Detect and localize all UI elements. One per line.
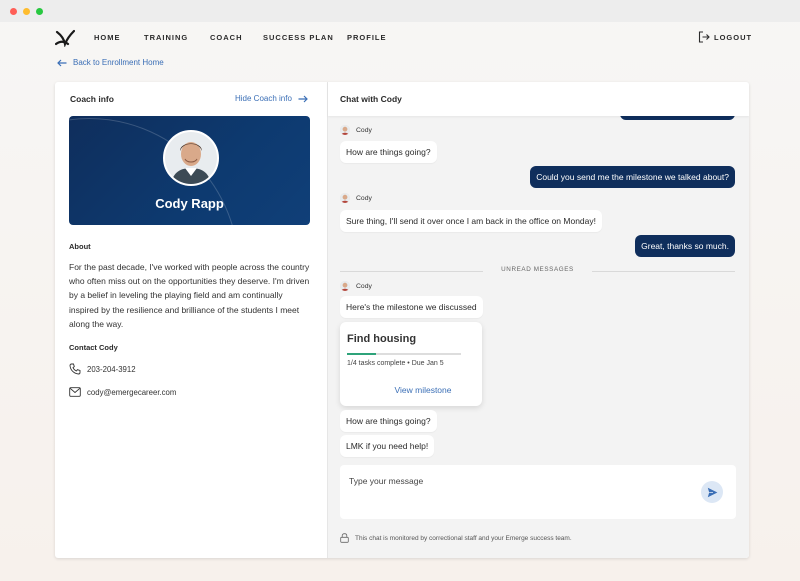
sender-row: Cody (340, 281, 372, 291)
hide-coach-label: Hide Coach info (235, 94, 292, 103)
mail-icon (69, 387, 81, 397)
send-icon (707, 487, 717, 497)
message-bubble-incoming: Sure thing, I'll send it over once I am … (340, 210, 602, 232)
message-bubble-incoming: How are things going? (340, 141, 437, 163)
logout-label: LOGOUT (714, 32, 753, 42)
nav-profile[interactable]: PROFILE (347, 33, 387, 42)
message-bubble-outgoing (620, 116, 735, 120)
sender-name: Cody (356, 194, 372, 202)
chat-panel: Chat with Cody Cody How are things going… (328, 82, 749, 558)
message-bubble-outgoing: Could you send me the milestone we talke… (530, 166, 735, 188)
unread-label: UNREAD MESSAGES (501, 266, 574, 273)
chat-title: Chat with Cody (340, 94, 402, 104)
sender-name: Cody (356, 126, 372, 134)
chat-header: Chat with Cody (328, 82, 749, 116)
message-input[interactable] (349, 473, 689, 489)
back-link-label: Back to Enrollment Home (73, 58, 164, 67)
nav-success-plan[interactable]: SUCCESS PLAN (263, 33, 334, 42)
phone-row[interactable]: 203-204-3912 (69, 363, 136, 375)
coach-phone: 203-204-3912 (87, 364, 136, 374)
sender-name: Cody (356, 282, 372, 290)
unread-divider: UNREAD MESSAGES (340, 266, 735, 276)
monitoring-notice: This chat is monitored by correctional s… (340, 533, 572, 543)
nav-coach[interactable]: COACH (210, 33, 243, 42)
back-to-enrollment-link[interactable]: Back to Enrollment Home (57, 58, 164, 67)
nav-training[interactable]: TRAINING (144, 33, 188, 42)
contact-heading: Contact Cody (69, 343, 118, 352)
milestone-card[interactable]: Find housing 1/4 tasks complete • Due Ja… (340, 322, 482, 406)
about-text: For the past decade, I've worked with pe… (69, 262, 310, 329)
milestone-title: Find housing (347, 333, 417, 345)
hide-coach-info-link[interactable]: Hide Coach info (235, 94, 308, 103)
emerge-logo-icon[interactable] (55, 29, 75, 47)
coach-banner: Cody Rapp (69, 116, 310, 225)
logout-button[interactable]: LOGOUT (698, 31, 752, 43)
coach-info-panel: Coach info Hide Coach info Cody Rapp Abo… (55, 82, 328, 558)
minimize-window-dot[interactable] (23, 8, 30, 15)
nav-home[interactable]: HOME (94, 33, 121, 42)
sender-row: Cody (340, 193, 372, 203)
coach-avatar-small (340, 125, 350, 135)
coach-name: Cody Rapp (155, 196, 224, 211)
about-heading: About (69, 242, 91, 251)
lock-icon (340, 533, 349, 543)
top-nav: HOME TRAINING COACH SUCCESS PLAN PROFILE… (0, 22, 800, 54)
notice-text: This chat is monitored by correctional s… (355, 534, 572, 542)
milestone-progress-fill (347, 353, 376, 355)
message-bubble-incoming: Here's the milestone we discussed (340, 296, 483, 318)
phone-icon (69, 363, 81, 375)
message-bubble-incoming: How are things going? (340, 410, 437, 432)
coach-photo (165, 132, 217, 184)
coach-info-title: Coach info (70, 94, 114, 104)
view-milestone-link[interactable]: View milestone (340, 385, 482, 395)
arrow-left-icon (57, 59, 67, 66)
milestone-meta: 1/4 tasks complete • Due Jan 5 (347, 360, 444, 367)
maximize-window-dot[interactable] (36, 8, 43, 15)
sender-row: Cody (340, 125, 372, 135)
message-bubble-incoming: LMK if you need help! (340, 435, 435, 457)
message-bubble-outgoing: Great, thanks so much. (635, 235, 735, 257)
email-row[interactable]: cody@emergecareer.com (69, 387, 176, 397)
message-composer (340, 465, 736, 519)
coach-avatar-small (340, 281, 350, 291)
coach-avatar-small (340, 193, 350, 203)
message-list[interactable]: Cody How are things going? Could you sen… (328, 116, 749, 464)
coach-avatar (163, 130, 219, 186)
send-button[interactable] (701, 481, 723, 503)
logout-icon (698, 31, 710, 43)
close-window-dot[interactable] (10, 8, 17, 15)
milestone-progress-bar (347, 353, 461, 355)
coach-email: cody@emergecareer.com (87, 387, 177, 397)
window-chrome (0, 0, 800, 22)
arrow-right-icon (298, 95, 308, 102)
coach-chat-card: Coach info Hide Coach info Cody Rapp Abo… (55, 82, 749, 558)
